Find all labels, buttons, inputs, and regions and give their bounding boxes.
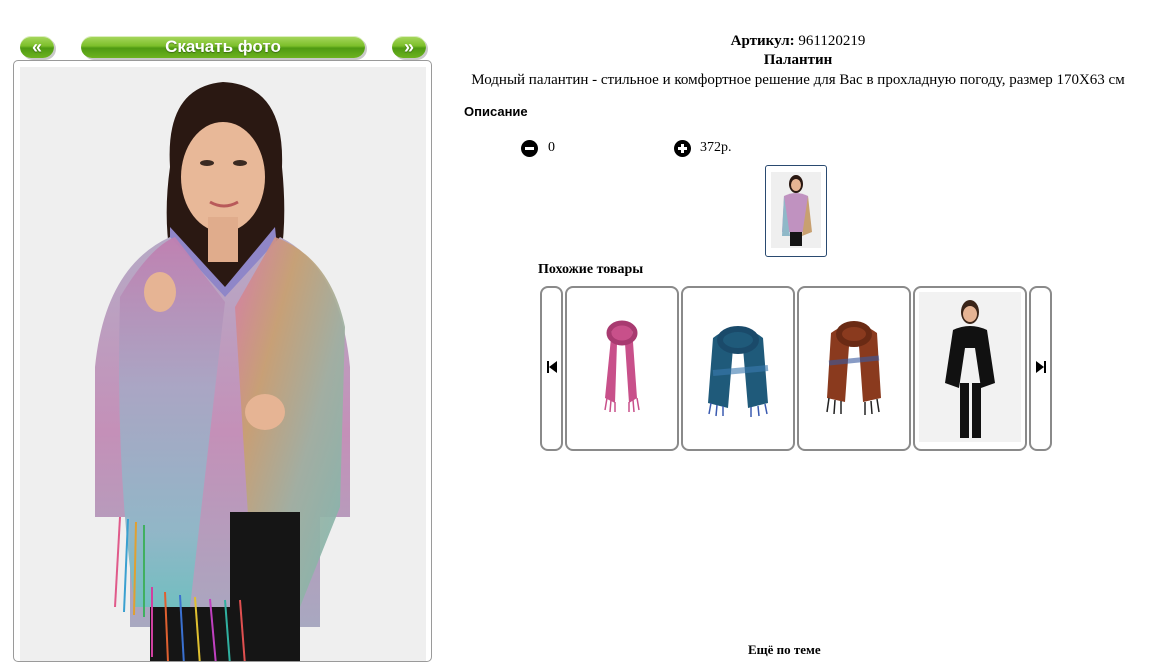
more-on-topic-heading: Ещё по теме [748, 642, 821, 657]
article-label: Артикул: [730, 33, 795, 49]
blue-scarf-image [708, 326, 769, 417]
article-number: 961120219 [798, 33, 866, 49]
main-photo-frame [13, 60, 432, 662]
brown-scarf-image [826, 321, 881, 415]
pink-scarf-image [604, 320, 640, 413]
decrease-quantity-icon[interactable] [521, 140, 538, 157]
similar-item-brown-scarf[interactable] [797, 286, 911, 451]
black-scarf-model-image [919, 292, 1021, 442]
skip-forward-icon [1036, 361, 1046, 373]
next-photo-button[interactable]: » [392, 36, 426, 58]
similar-item-pink-scarf[interactable] [565, 286, 679, 451]
increase-quantity-icon[interactable] [674, 140, 691, 157]
similar-item-black-scarf[interactable] [913, 286, 1027, 451]
article-line: Артикул: 961120219 [440, 33, 1156, 50]
photo-thumbnail[interactable] [765, 165, 827, 257]
quantity-value: 0 [548, 140, 555, 155]
similar-item-blue-scarf[interactable] [681, 286, 795, 451]
product-description: Модный палантин - стильное и комфортное … [471, 72, 1125, 88]
price-value: 372р. [700, 140, 732, 155]
product-name: Палантин [763, 52, 833, 68]
similar-products-title: Похожие товары [538, 262, 644, 277]
main-product-photo [20, 67, 426, 661]
carousel-next-button[interactable] [1029, 286, 1052, 451]
previous-photo-button[interactable]: « [20, 36, 54, 58]
carousel-prev-button[interactable] [540, 286, 563, 451]
download-photo-button[interactable]: Скачать фото [81, 36, 365, 58]
description-heading[interactable]: Описание [464, 104, 528, 119]
skip-back-icon [547, 361, 557, 373]
